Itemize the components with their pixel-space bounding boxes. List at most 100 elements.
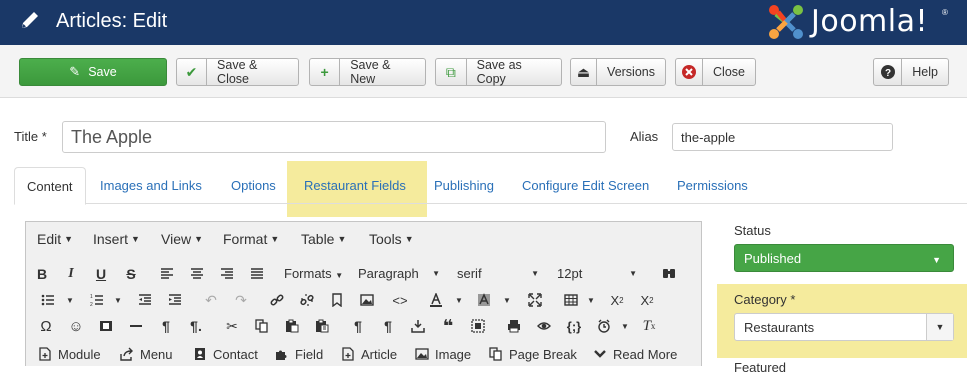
alias-input[interactable]: the-apple — [672, 123, 893, 151]
help-button[interactable]: ? Help — [873, 58, 949, 86]
redo-icon[interactable]: ↷ — [230, 289, 252, 311]
background-color-caret[interactable]: ▼ — [503, 296, 511, 305]
insert-page-break-button[interactable]: Page Break — [489, 343, 577, 365]
title-input[interactable]: The Apple — [62, 121, 606, 153]
text-color-icon[interactable] — [425, 289, 447, 311]
indent-icon[interactable] — [164, 289, 186, 311]
paragraph-dropdown[interactable]: Paragraph ▼ — [358, 266, 440, 281]
bookmark-icon[interactable] — [326, 289, 348, 311]
rtl-icon[interactable]: ¶. — [185, 315, 207, 337]
status-select[interactable]: Published ▼ — [734, 244, 954, 272]
template-icon[interactable] — [593, 315, 615, 337]
menu-format[interactable]: Format ▼ — [223, 231, 279, 247]
paste-icon[interactable] — [281, 315, 303, 337]
insert-module-button[interactable]: Module — [38, 343, 101, 365]
visual-aid-icon[interactable] — [467, 315, 489, 337]
save-new-button[interactable]: + Save & New — [309, 58, 426, 86]
bold-icon[interactable]: B — [31, 263, 53, 285]
tab-restaurant-fields[interactable]: Restaurant Fields — [292, 167, 418, 204]
tab-images-and-links[interactable]: Images and Links — [88, 167, 214, 204]
image-icon[interactable] — [356, 289, 378, 311]
insert-article-button[interactable]: Article — [341, 343, 397, 365]
share-icon — [120, 347, 134, 361]
source-code-icon[interactable]: {;} — [563, 315, 585, 337]
paste-text-icon[interactable] — [311, 315, 333, 337]
background-color-icon[interactable] — [473, 289, 495, 311]
insert-menu-button[interactable]: Menu — [120, 343, 173, 365]
align-left-icon[interactable] — [156, 263, 178, 285]
tab-permissions[interactable]: Permissions — [665, 167, 760, 204]
question-icon: ? — [874, 59, 903, 85]
tab-options[interactable]: Options — [219, 167, 288, 204]
clear-formatting-icon[interactable]: Tx — [638, 315, 660, 337]
code-icon[interactable]: <> — [389, 289, 411, 311]
menu-insert[interactable]: Insert ▼ — [93, 231, 140, 247]
registered-mark: ® — [942, 8, 948, 17]
outdent-icon[interactable] — [134, 289, 156, 311]
ltr-icon[interactable]: ¶ — [155, 315, 177, 337]
blockquote-icon[interactable]: ❝ — [437, 315, 459, 337]
table-icon[interactable] — [560, 289, 582, 311]
align-justify-icon[interactable] — [246, 263, 268, 285]
visual-chars-icon[interactable]: ¶ — [377, 315, 399, 337]
tab-content[interactable]: Content — [14, 167, 86, 205]
bullet-list-caret[interactable]: ▼ — [66, 296, 74, 305]
template-caret[interactable]: ▼ — [621, 322, 629, 331]
close-button[interactable]: Close — [675, 58, 756, 86]
table-caret[interactable]: ▼ — [587, 296, 595, 305]
copy-doc-icon[interactable] — [251, 315, 273, 337]
pencil-icon — [22, 12, 38, 28]
menu-edit[interactable]: Edit ▼ — [37, 231, 73, 247]
menu-view[interactable]: View ▼ — [161, 231, 203, 247]
svg-text:1: 1 — [90, 294, 93, 300]
edit-tabs: Content Images and Links Options Restaur… — [14, 167, 967, 205]
save-close-button[interactable]: ✔ Save & Close — [176, 58, 299, 86]
numbered-list-icon[interactable]: 12 — [86, 289, 108, 311]
font-size-dropdown[interactable]: 12pt ▼ — [557, 266, 637, 281]
insert-field-button[interactable]: Field — [275, 343, 323, 365]
plus-icon: + — [310, 59, 341, 85]
insert-icon[interactable] — [407, 315, 429, 337]
save-button[interactable]: ✎ Save — [19, 58, 167, 86]
unlink-icon[interactable] — [296, 289, 318, 311]
menu-table[interactable]: Table ▼ — [301, 231, 346, 247]
insert-image-button[interactable]: Image — [415, 343, 471, 365]
tab-configure-edit-screen[interactable]: Configure Edit Screen — [510, 167, 661, 204]
insert-read-more-button[interactable]: Read More — [593, 343, 677, 365]
horizontal-rule-icon[interactable] — [125, 315, 147, 337]
insert-contact-button[interactable]: Contact — [193, 343, 258, 365]
underline-icon[interactable]: U — [90, 263, 112, 285]
editor-menubar: Edit ▼ Insert ▼ View ▼ Format ▼ Table ▼ Tools… — [26, 222, 701, 258]
find-replace-icon[interactable] — [658, 263, 680, 285]
align-center-icon[interactable] — [186, 263, 208, 285]
media-icon[interactable] — [95, 315, 117, 337]
edit-square-icon: ✎ — [69, 64, 81, 79]
numbered-list-caret[interactable]: ▼ — [114, 296, 122, 305]
show-blocks-icon[interactable]: ¶ — [347, 315, 369, 337]
tab-publishing[interactable]: Publishing — [422, 167, 506, 204]
save-as-copy-button[interactable]: ⧉ Save as Copy — [435, 58, 562, 86]
omega-icon[interactable]: Ω — [35, 315, 57, 337]
strikethrough-icon[interactable]: S — [120, 263, 142, 285]
bullet-list-icon[interactable] — [37, 289, 59, 311]
subscript-icon[interactable]: X2 — [606, 289, 628, 311]
menu-tools[interactable]: Tools ▼ — [369, 231, 414, 247]
copy-icon: ⧉ — [436, 59, 467, 85]
align-right-icon[interactable] — [216, 263, 238, 285]
undo-icon[interactable]: ↶ — [200, 289, 222, 311]
chevron-down-icon[interactable]: ▼ — [926, 314, 953, 340]
versions-button[interactable]: ⏏ Versions — [570, 58, 666, 86]
fullscreen-icon[interactable] — [524, 289, 546, 311]
superscript-icon[interactable]: X2 — [636, 289, 658, 311]
link-icon[interactable] — [266, 289, 288, 311]
category-select[interactable]: Restaurants ▼ — [734, 313, 954, 341]
italic-icon[interactable]: I — [60, 263, 82, 285]
cut-icon[interactable]: ✂ — [221, 315, 243, 337]
preview-icon[interactable] — [533, 315, 555, 337]
archive-icon: ⏏ — [571, 59, 598, 85]
text-color-caret[interactable]: ▼ — [455, 296, 463, 305]
font-family-dropdown[interactable]: serif ▼ — [457, 266, 539, 281]
emoticon-icon[interactable]: ☺ — [65, 315, 87, 337]
formats-dropdown[interactable]: Formats ▼ — [284, 266, 343, 281]
print-icon[interactable] — [503, 315, 525, 337]
